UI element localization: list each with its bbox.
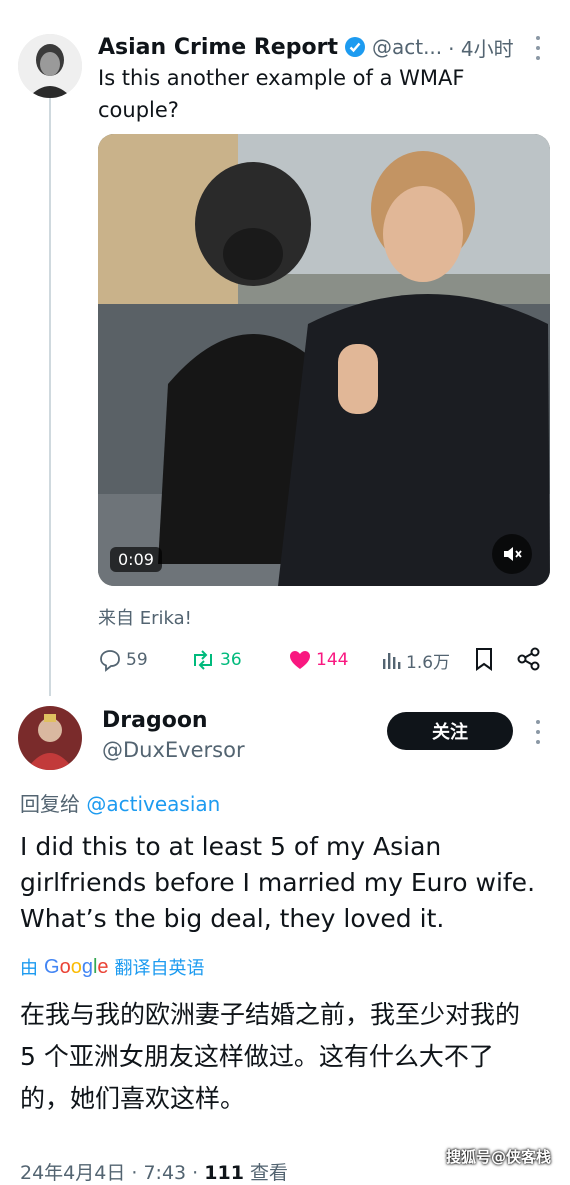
replying-to-prefix: 回复给 xyxy=(20,792,80,816)
retweet-count: 36 xyxy=(220,650,242,670)
tweet-header: Asian Crime Report @act... · 4小时 xyxy=(98,30,558,64)
video-frame-image xyxy=(98,134,550,586)
reply-view-count: 111 xyxy=(204,1162,244,1184)
retweet-button[interactable]: 36 xyxy=(190,646,242,674)
follow-button[interactable]: 关注 xyxy=(387,712,513,750)
reply-more-options-icon[interactable] xyxy=(530,720,546,744)
analytics-icon xyxy=(383,653,401,669)
heart-icon xyxy=(290,651,310,669)
reply-view-label: 查看 xyxy=(243,1162,288,1184)
tweet-source[interactable]: 来自 Erika! xyxy=(98,604,192,630)
share-icon[interactable] xyxy=(516,646,542,676)
like-button[interactable]: 144 xyxy=(288,646,348,674)
translate-suffix: 翻译自英语 xyxy=(114,958,205,979)
google-logo: Google xyxy=(44,955,109,978)
verified-badge-icon xyxy=(344,36,366,58)
like-count: 144 xyxy=(316,650,349,670)
mute-icon[interactable] xyxy=(492,534,532,574)
author-name[interactable]: Asian Crime Report xyxy=(98,35,338,60)
author-avatar[interactable] xyxy=(18,34,82,98)
reply-timestamp[interactable]: 24年4月4日 · 7:43 · xyxy=(20,1162,204,1184)
author-handle[interactable]: @act... xyxy=(372,35,442,59)
reply-icon xyxy=(100,650,120,672)
replying-to: 回复给 @activeasian xyxy=(20,788,220,817)
bookmark-icon[interactable] xyxy=(472,646,496,676)
replying-to-handle[interactable]: @activeasian xyxy=(86,792,220,816)
more-options-icon[interactable] xyxy=(528,36,548,60)
views-button[interactable]: 1.6万 xyxy=(380,646,450,674)
reply-text: I did this to at least 5 of my Asian gir… xyxy=(20,832,536,933)
tweet-video[interactable]: 0:09 xyxy=(98,134,550,586)
reply-author-avatar[interactable] xyxy=(18,706,82,770)
video-duration-badge: 0:09 xyxy=(110,547,162,572)
translated-text: 在我与我的欧洲妻子结婚之前，我至少对我的 5 个亚洲女朋友这样做过。这有什么大不… xyxy=(20,1000,521,1113)
reply-count: 59 xyxy=(126,650,148,670)
reply-author-name[interactable]: Dragoon xyxy=(102,708,208,733)
views-count: 1.6万 xyxy=(406,652,451,673)
retweet-icon xyxy=(194,650,212,670)
tweet-time[interactable]: · 4小时 xyxy=(448,33,513,62)
translate-prefix: 由 xyxy=(20,958,38,979)
tweet-text: Is this another example of a WMAF couple… xyxy=(98,66,465,122)
reply-button[interactable]: 59 xyxy=(98,646,148,674)
reply-footer: 24年4月4日 · 7:43 · 111 查看 xyxy=(20,1158,288,1185)
thread-connector xyxy=(49,96,51,696)
reply-author-handle[interactable]: @DuxEversor xyxy=(102,738,245,762)
translation-attribution[interactable]: 由 Google 翻译自英语 xyxy=(20,954,205,980)
watermark: 搜狐号@侠客栈 xyxy=(446,1148,552,1166)
